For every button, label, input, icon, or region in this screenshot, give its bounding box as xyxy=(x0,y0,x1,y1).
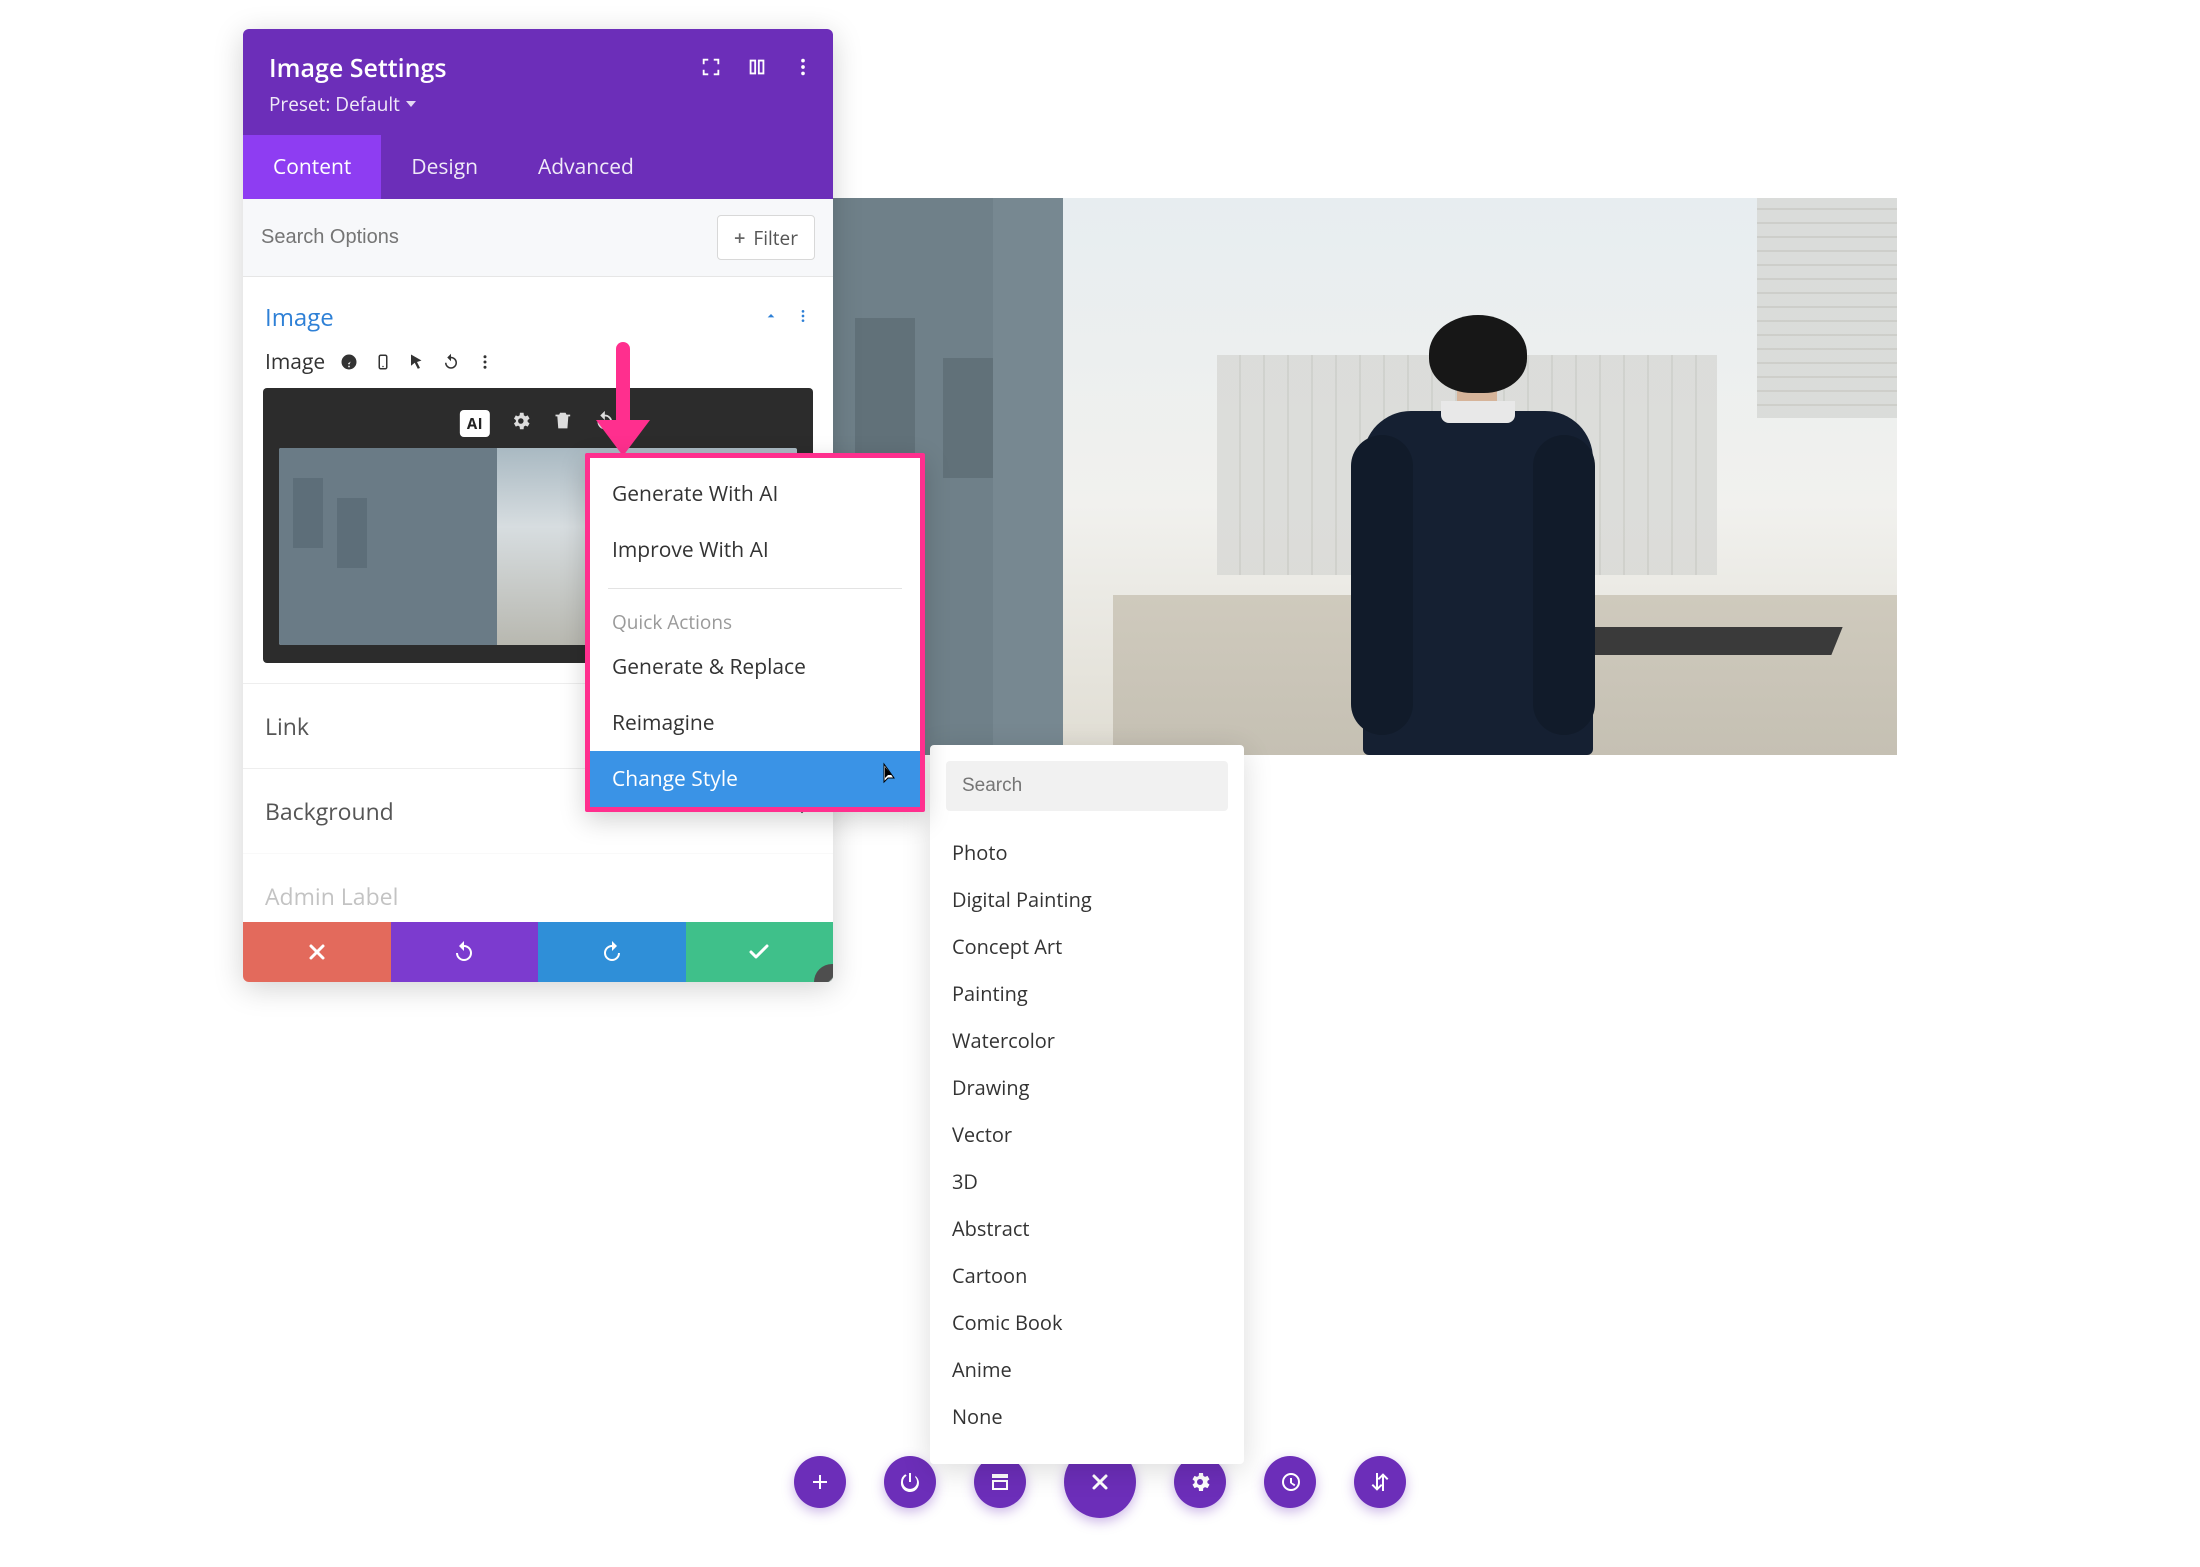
style-option-photo[interactable]: Photo xyxy=(930,829,1244,876)
svg-text:?: ? xyxy=(345,353,350,370)
save-button[interactable] xyxy=(686,922,834,982)
search-row: + Filter xyxy=(243,199,833,277)
panel-bottom-actions xyxy=(243,922,833,982)
style-search-input[interactable] xyxy=(946,761,1228,811)
style-option-drawing[interactable]: Drawing xyxy=(930,1064,1244,1111)
undo-icon[interactable] xyxy=(441,352,461,372)
toolbar-history-button[interactable] xyxy=(1264,1456,1316,1508)
style-option-comic-book[interactable]: Comic Book xyxy=(930,1299,1244,1346)
image-field-label-row: Image ? xyxy=(243,344,833,388)
kebab-icon[interactable] xyxy=(795,307,811,329)
panel-header: Image Settings Preset: Default xyxy=(243,29,833,135)
hero-person xyxy=(1333,315,1613,755)
style-option-watercolor[interactable]: Watercolor xyxy=(930,1017,1244,1064)
style-option-painting[interactable]: Painting xyxy=(930,970,1244,1017)
plus-icon: + xyxy=(734,224,745,251)
section-header-controls xyxy=(763,307,811,329)
kebab-icon[interactable] xyxy=(791,55,815,79)
chevron-up-icon[interactable] xyxy=(763,307,779,329)
style-option-cartoon[interactable]: Cartoon xyxy=(930,1252,1244,1299)
focus-icon[interactable] xyxy=(699,55,723,79)
panel-preset-label: Preset: Default xyxy=(269,91,400,117)
admin-label-section-row[interactable]: Admin Label xyxy=(243,853,833,922)
trash-icon[interactable] xyxy=(552,410,574,437)
menu-item-improve-ai[interactable]: Improve With AI xyxy=(590,522,920,578)
background-section-label: Background xyxy=(265,795,394,827)
columns-icon[interactable] xyxy=(745,55,769,79)
style-option-concept-art[interactable]: Concept Art xyxy=(930,923,1244,970)
caret-down-icon xyxy=(406,101,416,107)
hero-bg-buildings-right xyxy=(1757,198,1897,418)
admin-label-section-label: Admin Label xyxy=(265,880,398,912)
toolbar-add-button[interactable] xyxy=(794,1456,846,1508)
page-hero-image xyxy=(833,198,1897,755)
style-option-vector[interactable]: Vector xyxy=(930,1111,1244,1158)
redo-button[interactable] xyxy=(538,922,686,982)
menu-item-change-style[interactable]: Change Style xyxy=(590,751,920,807)
style-options-panel: Photo Digital Painting Concept Art Paint… xyxy=(930,745,1244,1464)
style-option-digital-painting[interactable]: Digital Painting xyxy=(930,876,1244,923)
kebab-icon[interactable] xyxy=(475,352,495,372)
ai-context-menu: Generate With AI Improve With AI Quick A… xyxy=(585,453,925,812)
menu-item-generate-ai[interactable]: Generate With AI xyxy=(590,466,920,522)
callout-arrow xyxy=(596,342,646,462)
tab-design[interactable]: Design xyxy=(381,135,508,199)
tab-advanced[interactable]: Advanced xyxy=(508,135,664,199)
style-option-abstract[interactable]: Abstract xyxy=(930,1205,1244,1252)
help-icon[interactable]: ? xyxy=(339,352,359,372)
device-icon[interactable] xyxy=(373,352,393,372)
panel-header-icons xyxy=(699,55,815,79)
menu-item-generate-replace[interactable]: Generate & Replace xyxy=(590,639,920,695)
image-section-header[interactable]: Image xyxy=(243,277,833,344)
panel-tabs: Content Design Advanced xyxy=(243,135,833,199)
cursor-icon[interactable] xyxy=(407,352,427,372)
image-preview-toolbar: AI xyxy=(460,410,616,437)
gear-icon[interactable] xyxy=(510,410,532,437)
image-section-title: Image xyxy=(265,301,334,334)
style-option-anime[interactable]: Anime xyxy=(930,1346,1244,1393)
search-options-input[interactable] xyxy=(261,226,717,249)
toolbar-swap-button[interactable] xyxy=(1354,1456,1406,1508)
filter-button-label: Filter xyxy=(753,225,798,251)
style-option-3d[interactable]: 3D xyxy=(930,1158,1244,1205)
panel-preset-selector[interactable]: Preset: Default xyxy=(269,91,807,117)
menu-sublabel-quick-actions: Quick Actions xyxy=(590,599,920,639)
undo-button[interactable] xyxy=(391,922,539,982)
menu-divider xyxy=(608,588,902,589)
tab-content[interactable]: Content xyxy=(243,135,381,199)
link-section-label: Link xyxy=(265,710,309,742)
filter-button[interactable]: + Filter xyxy=(717,215,815,260)
style-search-wrap xyxy=(946,761,1228,811)
image-field-label: Image xyxy=(265,348,325,376)
menu-item-reimagine[interactable]: Reimagine xyxy=(590,695,920,751)
ai-badge-icon[interactable]: AI xyxy=(460,410,490,437)
cancel-button[interactable] xyxy=(243,922,391,982)
style-option-none[interactable]: None xyxy=(930,1393,1244,1440)
style-options-list: Photo Digital Painting Concept Art Paint… xyxy=(930,821,1244,1448)
cursor-pointer-icon xyxy=(878,762,898,788)
toolbar-power-button[interactable] xyxy=(884,1456,936,1508)
